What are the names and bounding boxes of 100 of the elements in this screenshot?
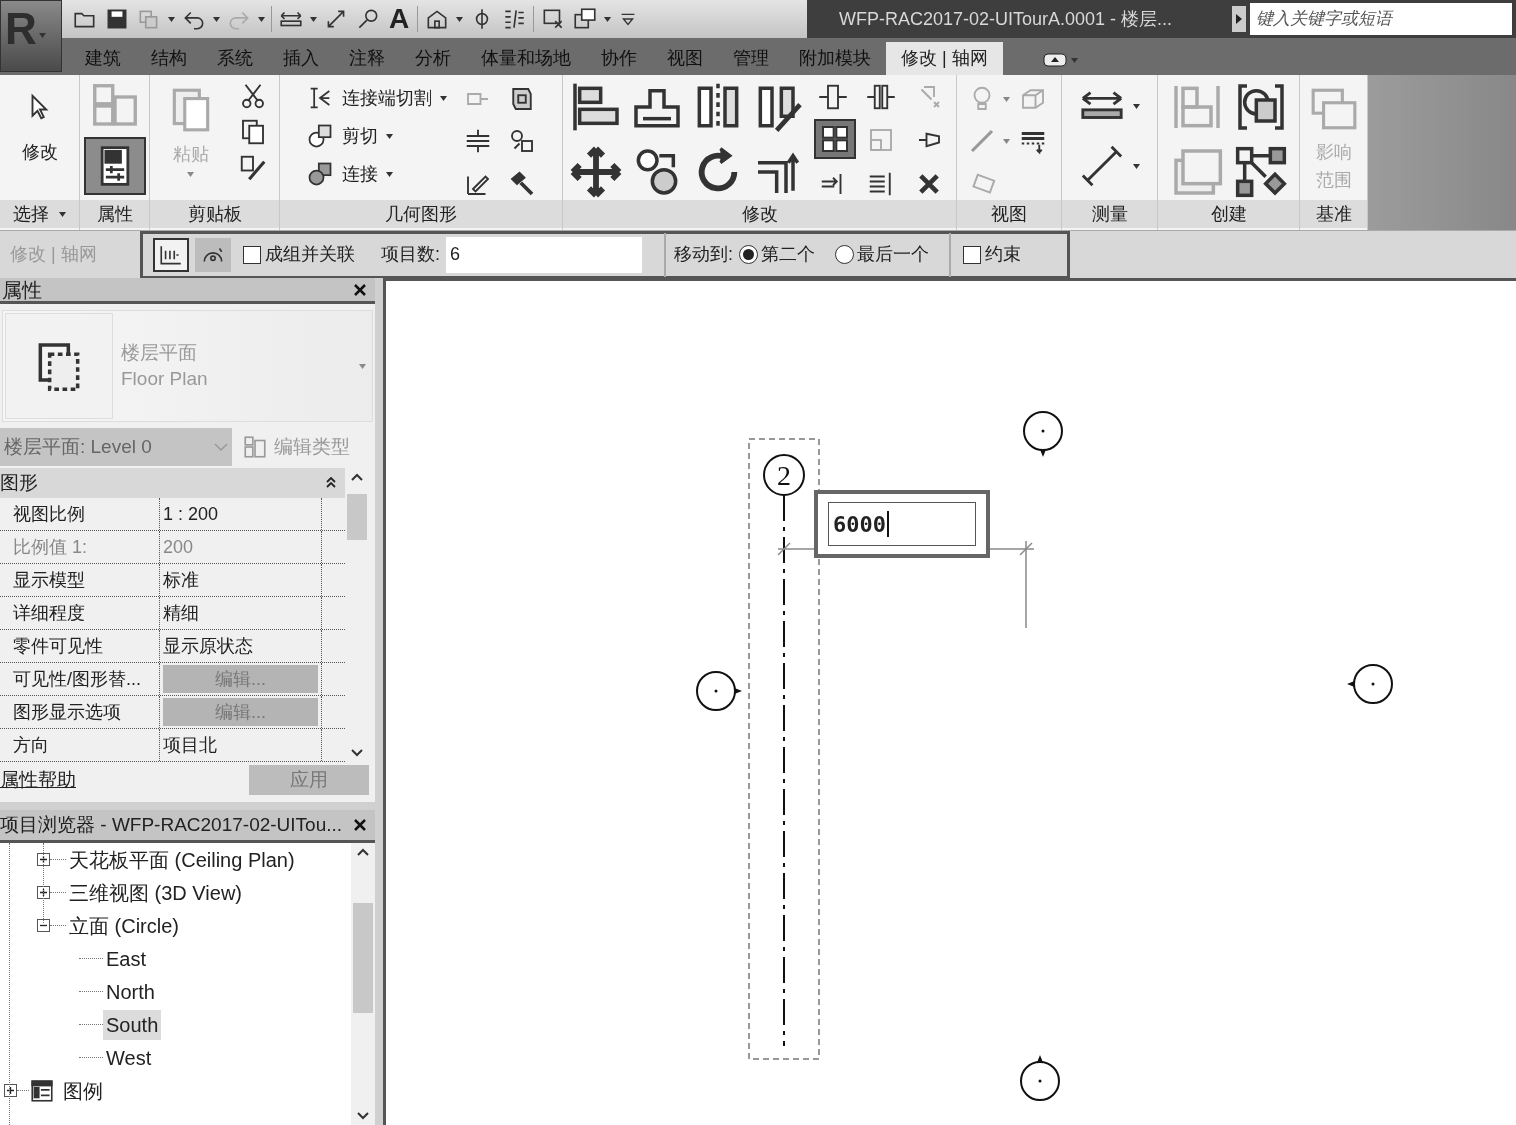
context-label: 修改 | 轴网 (9, 243, 98, 266)
property-value: 显示原状态 (163, 636, 253, 656)
text-cursor (887, 511, 889, 537)
panel-title: 修改 (741, 202, 778, 226)
panel-title: 选择 (13, 202, 49, 226)
ribbon-tab[interactable]: 管理 (718, 42, 784, 75)
elevation-marker[interactable] (1023, 411, 1063, 457)
dimension-value-field[interactable]: 6000 (814, 490, 990, 558)
ribbon-tab[interactable]: 体量和场地 (466, 42, 586, 75)
checkbox-label: 成组并关联 (265, 243, 355, 266)
window-title: WFP-RAC2017-02-UITourA.0001 - 楼层... (807, 0, 1232, 38)
panel-title: 视图 (991, 202, 1027, 226)
edit-type-button[interactable]: 编辑类型 (242, 432, 350, 462)
scroll-up-icon[interactable] (350, 472, 364, 482)
property-name: 视图比例 (0, 498, 160, 530)
property-name: 可见性/图形替... (0, 663, 160, 695)
caret-icon (1070, 57, 1078, 63)
help-link[interactable]: 属性帮助 (0, 765, 76, 795)
tree-item[interactable]: 三维视图 (3D View) (66, 877, 245, 908)
scroll-thumb[interactable] (347, 494, 367, 540)
tree-item[interactable]: 天花板平面 (Ceiling Plan) (66, 844, 298, 875)
scroll-down-icon[interactable] (356, 1111, 370, 1121)
expand-arrow-button[interactable] (1232, 6, 1246, 32)
modify-button[interactable]: 修改 (2, 75, 77, 200)
ribbon-tab[interactable]: 注释 (334, 42, 400, 75)
expand-toggle-icon[interactable] (37, 853, 50, 866)
array-button[interactable] (814, 119, 857, 160)
property-value: 精细 (163, 603, 199, 623)
edit-button[interactable]: 编辑... (163, 698, 318, 726)
property-name: 图形显示选项 (0, 696, 160, 728)
elevation-marker[interactable] (1020, 1055, 1060, 1101)
property-name: 显示模型 (0, 564, 160, 596)
caret-icon (359, 363, 366, 369)
checkbox[interactable] (963, 245, 982, 264)
panel-title: 测量 (1091, 202, 1128, 226)
property-name: 比例值 1: (0, 531, 160, 563)
panel-title: 基准 (1315, 202, 1352, 226)
ribbon-tab[interactable]: 修改 | 轴网 (886, 42, 1003, 75)
ribbon-tab[interactable]: 插入 (268, 42, 334, 75)
ribbon-tab[interactable]: 协作 (586, 42, 652, 75)
text-tool-button[interactable]: A (387, 5, 412, 33)
panel-title: 几何图形 (385, 202, 457, 226)
scroll-down-icon[interactable] (350, 748, 364, 758)
join-button[interactable]: 连接 (305, 155, 447, 193)
caret-icon (213, 16, 220, 22)
edit-button[interactable]: 编辑... (163, 665, 318, 693)
collapse-toggle-icon[interactable] (37, 919, 50, 932)
panel-title: 创建 (1210, 202, 1247, 226)
array-mode-button[interactable] (153, 237, 189, 272)
tree-item[interactable]: South (103, 1009, 162, 1040)
application-menu-button[interactable]: R (0, 0, 62, 72)
array-mode-button[interactable] (195, 237, 231, 272)
caret-icon (385, 171, 393, 177)
scrollbar[interactable] (351, 843, 375, 1125)
ribbon-tab[interactable]: 结构 (136, 42, 202, 75)
tree-item[interactable]: North (103, 976, 158, 1007)
caret-icon (439, 95, 447, 101)
expand-toggle-icon[interactable] (4, 1084, 17, 1097)
caret-icon (1003, 139, 1010, 144)
checkbox[interactable] (243, 245, 261, 264)
caret-icon (310, 16, 317, 22)
ribbon-tab[interactable]: 分析 (400, 42, 466, 75)
tree-item[interactable]: East (103, 943, 150, 974)
elevation-marker[interactable] (1347, 664, 1393, 704)
apply-button[interactable]: 应用 (249, 765, 369, 795)
cut-geometry-button[interactable]: 剪切 (305, 117, 447, 155)
radio-button[interactable] (739, 245, 759, 264)
field-label: 移动到: (674, 243, 734, 266)
group-header: 图形 (0, 470, 38, 495)
caret-icon (168, 16, 175, 22)
panel-menu-button[interactable] (59, 211, 66, 217)
elevation-marker[interactable] (696, 671, 742, 711)
search-field[interactable]: 键入关键字或短语 (1250, 3, 1512, 35)
tree-item[interactable]: West (103, 1042, 155, 1073)
panel-title: 属性 (1, 277, 42, 303)
caret-icon (187, 172, 194, 177)
panel-toggle-button[interactable] (1042, 53, 1078, 67)
legend-icon (29, 1077, 55, 1104)
scroll-thumb[interactable] (353, 903, 373, 1013)
ribbon-tab[interactable]: 建筑 (70, 42, 136, 75)
ribbon-tab[interactable]: 附加模块 (784, 42, 886, 75)
type-name: 楼层平面 (121, 341, 198, 365)
ribbon-tab[interactable]: 视图 (652, 42, 718, 75)
panel-title: 项目浏览器 - WFP-RAC2017-02-UITou... (0, 812, 343, 837)
radio-button[interactable] (835, 245, 855, 264)
instance-dropdown[interactable]: 楼层平面: Level 0 (0, 428, 232, 466)
field-label: 项目数: (381, 243, 440, 266)
grid-line[interactable] (783, 494, 785, 1047)
caret-icon (385, 133, 393, 139)
scroll-up-icon[interactable] (356, 847, 370, 857)
grid-bubble[interactable]: 2 (763, 454, 805, 496)
tree-item[interactable]: 图例 (55, 1075, 111, 1106)
panel-title: 属性 (96, 202, 133, 226)
cope-button[interactable]: 连接端切割 (305, 79, 447, 117)
ribbon-tab[interactable]: 系统 (202, 42, 268, 75)
diagonal-dimension-button[interactable] (1079, 143, 1125, 189)
type-selector[interactable]: 楼层平面 Floor Plan (2, 310, 373, 422)
count-field[interactable]: 6 (446, 236, 642, 273)
properties-button[interactable] (83, 137, 146, 195)
tree-item[interactable]: 立面 (Circle) (66, 910, 182, 941)
